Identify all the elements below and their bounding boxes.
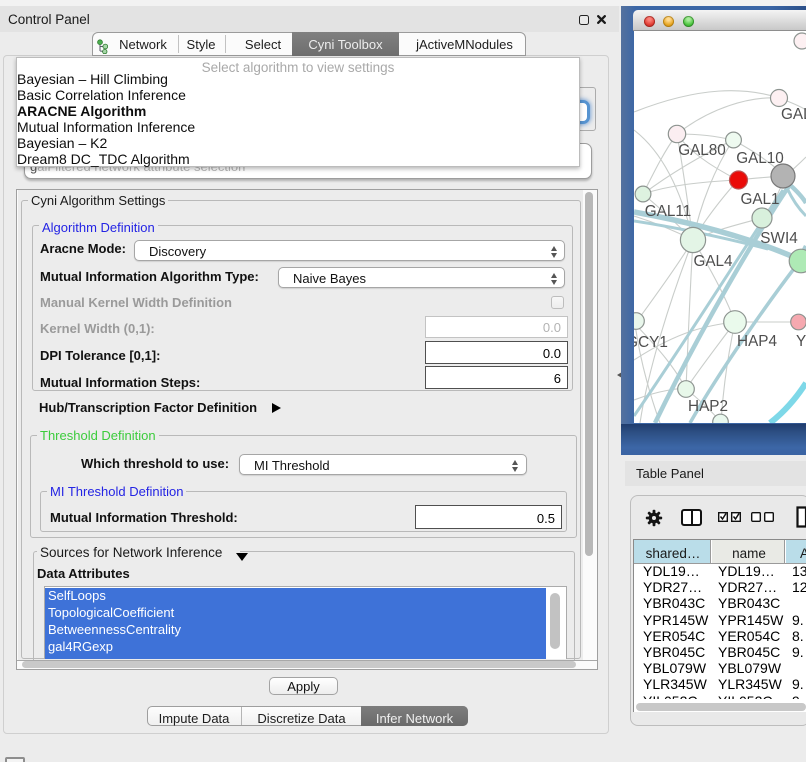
svg-text:GAL7: GAL7 bbox=[781, 106, 806, 123]
svg-text:Y: Y bbox=[796, 333, 806, 350]
svg-text:GAL11: GAL11 bbox=[645, 203, 692, 220]
svg-text:GAL4: GAL4 bbox=[693, 253, 733, 270]
svg-text:HAP4: HAP4 bbox=[737, 333, 777, 350]
svg-text:GAL1: GAL1 bbox=[740, 191, 779, 208]
svg-text:GAL80: GAL80 bbox=[678, 142, 726, 159]
svg-text:GCY1: GCY1 bbox=[634, 334, 668, 351]
svg-text:SWI4: SWI4 bbox=[760, 230, 798, 247]
svg-text:HAP2: HAP2 bbox=[688, 398, 728, 415]
svg-text:GAL10: GAL10 bbox=[736, 150, 784, 167]
